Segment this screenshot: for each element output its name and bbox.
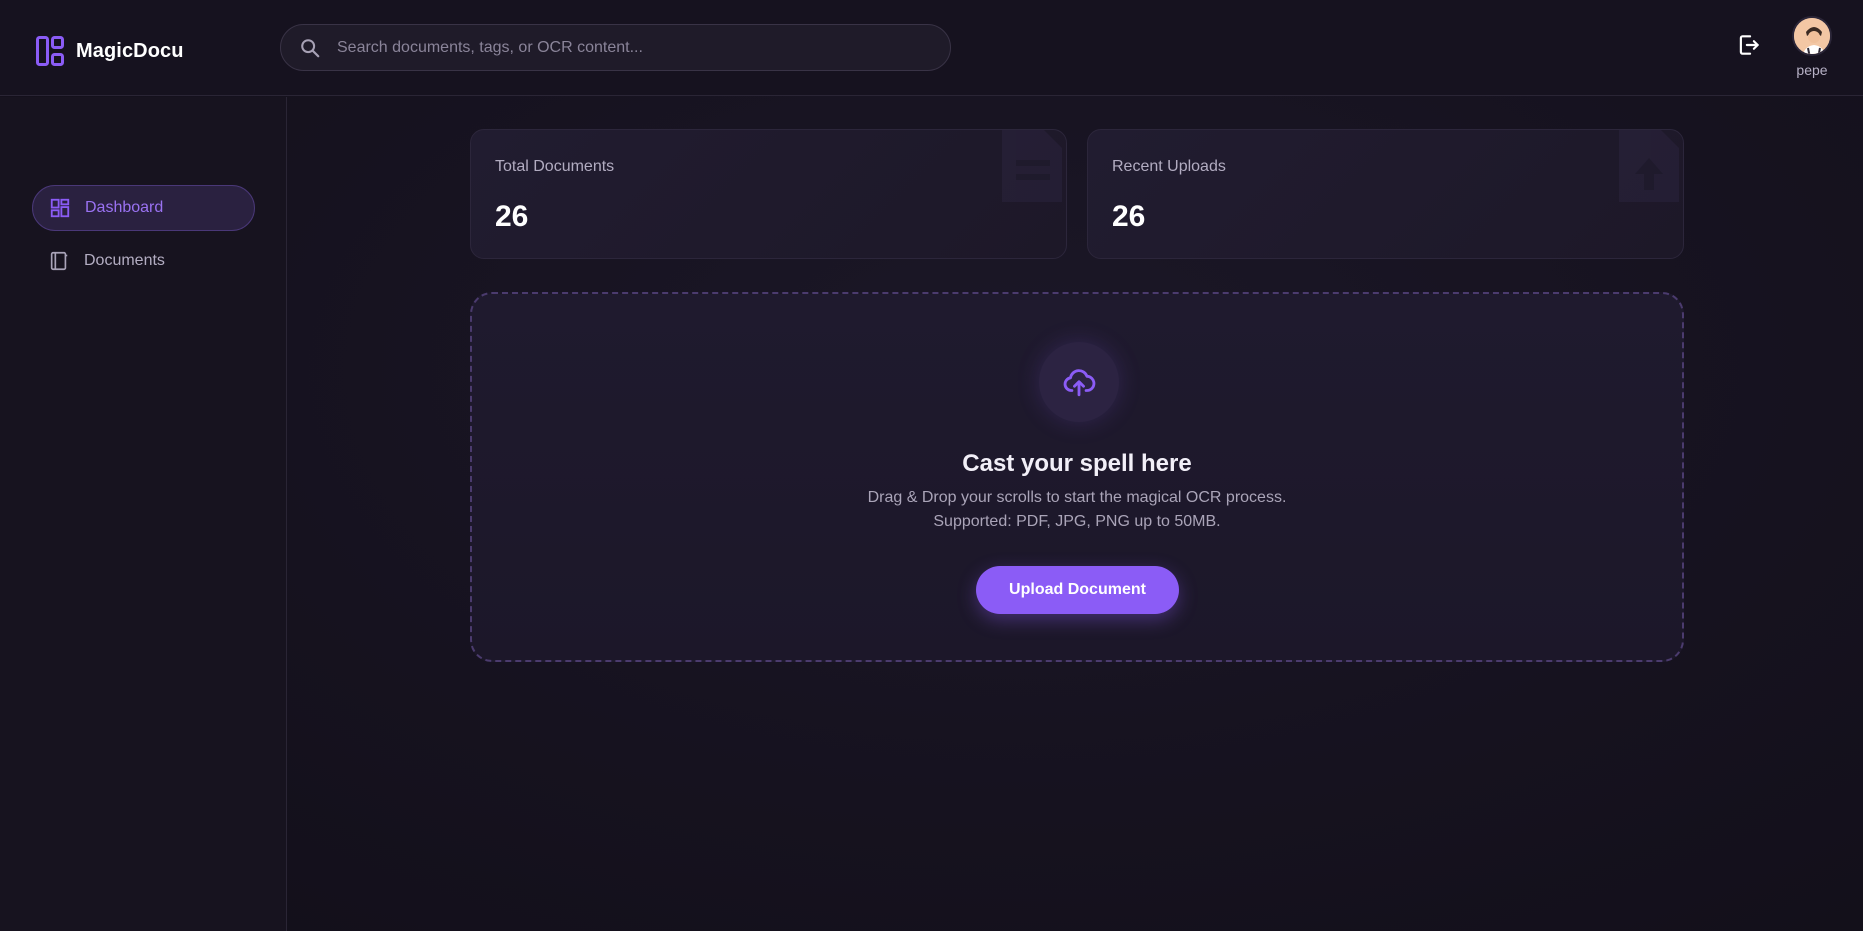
sidebar: Dashboard Documents <box>0 97 287 931</box>
dashboard-icon <box>50 198 70 218</box>
sidebar-item-label: Documents <box>84 252 165 269</box>
documents-icon <box>50 251 68 271</box>
upload-dropzone[interactable]: Cast your spell here Drag & Drop your sc… <box>470 292 1684 662</box>
stat-label: Total Documents <box>495 158 615 175</box>
sidebar-item-label: Dashboard <box>85 199 164 216</box>
stat-value: 26 <box>1112 200 1146 233</box>
upload-file-icon <box>1619 130 1679 202</box>
top-header: MagicDocu pepe <box>0 0 1863 96</box>
stat-label: Recent Uploads <box>1112 158 1226 175</box>
upload-document-button[interactable]: Upload Document <box>976 566 1179 614</box>
search-input[interactable] <box>337 25 937 70</box>
document-icon <box>1002 130 1062 202</box>
brand-name: MagicDocu <box>76 39 184 62</box>
brand[interactable]: MagicDocu <box>36 36 184 66</box>
sidebar-item-dashboard[interactable]: Dashboard <box>32 185 255 231</box>
upload-title: Cast your spell here <box>962 450 1192 477</box>
cloud-upload-icon <box>1063 369 1096 397</box>
avatar-image <box>1794 18 1830 54</box>
upload-description: Drag & Drop your scrolls to start the ma… <box>867 489 1287 506</box>
upload-supported-formats: Supported: PDF, JPG, PNG up to 50MB. <box>933 513 1221 530</box>
stat-card-recent-uploads: Recent Uploads 26 <box>1087 129 1684 259</box>
user-menu[interactable]: pepe <box>1790 16 1834 78</box>
logout-icon[interactable] <box>1736 32 1762 58</box>
avatar[interactable] <box>1792 16 1832 56</box>
search-icon <box>301 39 320 58</box>
search-bar[interactable] <box>280 24 951 71</box>
dashboard-logo-icon <box>36 36 64 66</box>
stat-value: 26 <box>495 200 529 233</box>
stat-card-total-documents: Total Documents 26 <box>470 129 1067 259</box>
sidebar-item-documents[interactable]: Documents <box>32 238 255 284</box>
app-root: MagicDocu pepe <box>0 0 1863 931</box>
upload-icon-badge <box>1039 342 1119 422</box>
username: pepe <box>1796 62 1828 78</box>
